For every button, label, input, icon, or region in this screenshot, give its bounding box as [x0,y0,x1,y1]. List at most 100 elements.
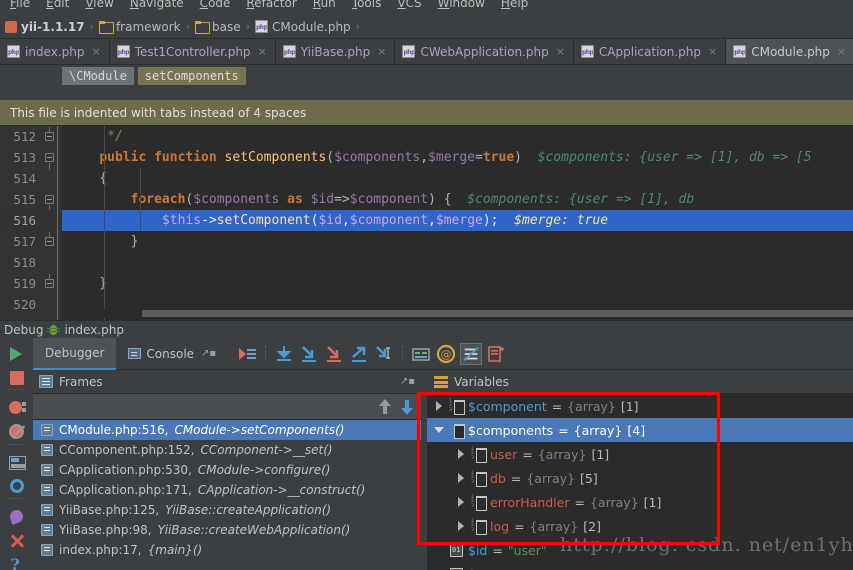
settings-icon[interactable] [5,474,29,494]
arrow-up-icon[interactable] [379,398,391,415]
frame-row[interactable]: CApplication.php:530, CModule->configure(… [33,460,421,480]
mute-breakpoints-icon[interactable] [5,420,29,440]
evaluate-expression-icon[interactable] [410,343,432,365]
fold-marker-icon[interactable] [45,127,54,141]
menu-window[interactable]: Window [430,0,493,11]
fold-marker-icon[interactable] [45,274,54,288]
breadcrumb-item-0[interactable]: yii-1.1.17 [2,20,88,34]
equals-sign: = [514,518,525,534]
editor-horizontal-scrollbar[interactable] [62,309,853,318]
code-editor[interactable]: 512 513 514 515 516 517 518 519 520 */ public fu… [0,126,853,320]
gutter-line-520[interactable]: 520 [0,294,62,315]
menu-refactor[interactable]: Refactor [238,0,304,11]
menu-file[interactable]: File [2,0,38,11]
show-execution-point-icon[interactable] [236,343,258,365]
variable-row[interactable]: log={array}[2] [427,514,853,538]
breadcrumb-method-chip[interactable]: setComponents [137,67,246,85]
fold-marker-icon[interactable] [45,195,54,212]
indentation-notification-bar[interactable]: This file is indented with tabs instead … [0,100,853,126]
editor-tab-cmodule-php[interactable]: CModule.php × [726,39,853,64]
menu-vcs[interactable]: VCS [389,0,429,11]
variable-row[interactable]: $components={array}[4] [427,418,853,442]
gutter-line-513[interactable]: 513 [0,147,62,170]
fold-marker-icon[interactable] [45,232,54,246]
frame-row[interactable]: YiiBase.php:98, YiiBase::createWebApplica… [33,520,421,540]
close-icon[interactable]: × [706,45,717,58]
breadcrumb-item-3[interactable]: CModule.php [252,20,354,34]
menu-help[interactable]: Help [493,0,536,11]
breadcrumb-item-2[interactable]: base [192,20,244,34]
console-icon [128,348,142,359]
menu-edit[interactable]: Edit [38,0,77,11]
pin-tab-icon[interactable] [5,505,29,525]
step-out-icon[interactable] [348,343,370,365]
step-into-icon[interactable] [298,343,320,365]
editor-tab-test1controller-php[interactable]: Test1Controller.php × [109,39,276,64]
close-icon[interactable] [5,529,29,547]
menu-run[interactable]: Run [305,0,344,11]
gutter-line-514[interactable]: 514 [0,168,62,189]
php-file-icon [7,45,20,58]
gutter-line-516[interactable]: 516 [0,210,62,231]
close-icon[interactable]: × [375,45,386,58]
frame-row[interactable]: index.php:17, {main}() [33,540,421,560]
editor-gutter[interactable]: 512 513 514 515 516 517 518 519 520 [0,126,62,320]
gutter-line-518[interactable]: 518 [0,252,62,273]
variable-row[interactable]: db={array}[5] [427,466,853,490]
pin-arrow-icon[interactable]: ↗▪ [201,348,216,359]
tab-console[interactable]: Console ↗▪ [116,338,228,370]
restore-layout-icon[interactable] [5,451,29,470]
scrollbar-thumb[interactable] [142,310,853,317]
frame-row[interactable]: CComponent.php:152, CComponent->__set() [33,440,421,460]
gutter-line-512[interactable]: 512 [0,126,62,147]
menu-view[interactable]: View [77,0,121,11]
variable-row[interactable]: user={array}[1] [427,442,853,466]
frame-row[interactable]: CModule.php:516, CModule->setComponents() [33,420,421,440]
breadcrumb-class-chip[interactable]: \CModule [62,67,134,85]
menu-code[interactable]: Code [192,0,239,11]
frame-row[interactable]: YiiBase.php:125, YiiBase::createApplicati… [33,500,421,520]
close-icon[interactable]: × [554,45,565,58]
stop-icon[interactable] [5,366,29,385]
gutter-line-519[interactable]: 519 [0,273,62,294]
fold-marker-icon[interactable] [45,153,54,170]
run-to-cursor-icon[interactable] [373,343,395,365]
step-over-icon[interactable] [273,343,295,365]
tab-debugger[interactable]: Debugger [33,337,117,370]
chevron-right-icon[interactable] [455,520,467,532]
close-icon[interactable]: × [89,45,100,58]
editor-tab-capplication-php[interactable]: CApplication.php × [573,39,727,64]
chevron-right-icon[interactable] [455,448,467,460]
show-values-inline-icon[interactable] [460,342,483,365]
close-icon[interactable]: × [256,45,267,58]
code-text-area[interactable]: */ public function setComponents($compon… [62,126,853,320]
thread-selector-row[interactable] [33,394,421,420]
variable-row[interactable]: errorHandler={array}[1] [427,490,853,514]
editor-tab-index-php[interactable]: index.php × [0,39,110,64]
breadcrumb-item-1[interactable]: framework [96,20,184,34]
export-threads-icon[interactable] [485,343,507,365]
rerun-icon[interactable] [5,342,29,361]
menu-navigate[interactable]: Navigate [122,0,192,11]
gutter-line-517[interactable]: 517 [0,231,62,252]
help-icon[interactable]: ? [5,552,29,570]
chevron-right-icon[interactable] [433,400,445,412]
watch-icon[interactable]: @ [435,343,457,365]
variable-row[interactable]: $id="user" [427,538,853,562]
editor-tab-cwebapplication-php[interactable]: CWebApplication.php × [395,39,574,64]
variable-row[interactable]: $component={array}[1] [427,394,853,418]
chevron-right-icon[interactable] [455,472,467,484]
variable-row[interactable]: $merge = true [427,562,853,570]
chevron-right-icon[interactable] [455,496,467,508]
frames-panel: Frames ↗▪ CModule.php:516, CModule->setCo… [33,370,421,570]
arrow-down-icon[interactable] [401,399,413,415]
close-icon[interactable]: × [835,45,846,58]
hide-panel-icon[interactable]: ↗▪ [400,376,415,387]
force-step-into-icon[interactable] [323,343,345,365]
frame-row[interactable]: CApplication.php:171, CApplication->__con… [33,480,421,500]
chevron-down-icon[interactable] [433,424,445,436]
gutter-line-515[interactable]: 515 [0,189,62,212]
editor-tab-yiibase-php[interactable]: YiiBase.php × [275,39,396,64]
view-breakpoints-icon[interactable] [5,396,29,415]
menu-tools[interactable]: Tools [344,0,390,11]
